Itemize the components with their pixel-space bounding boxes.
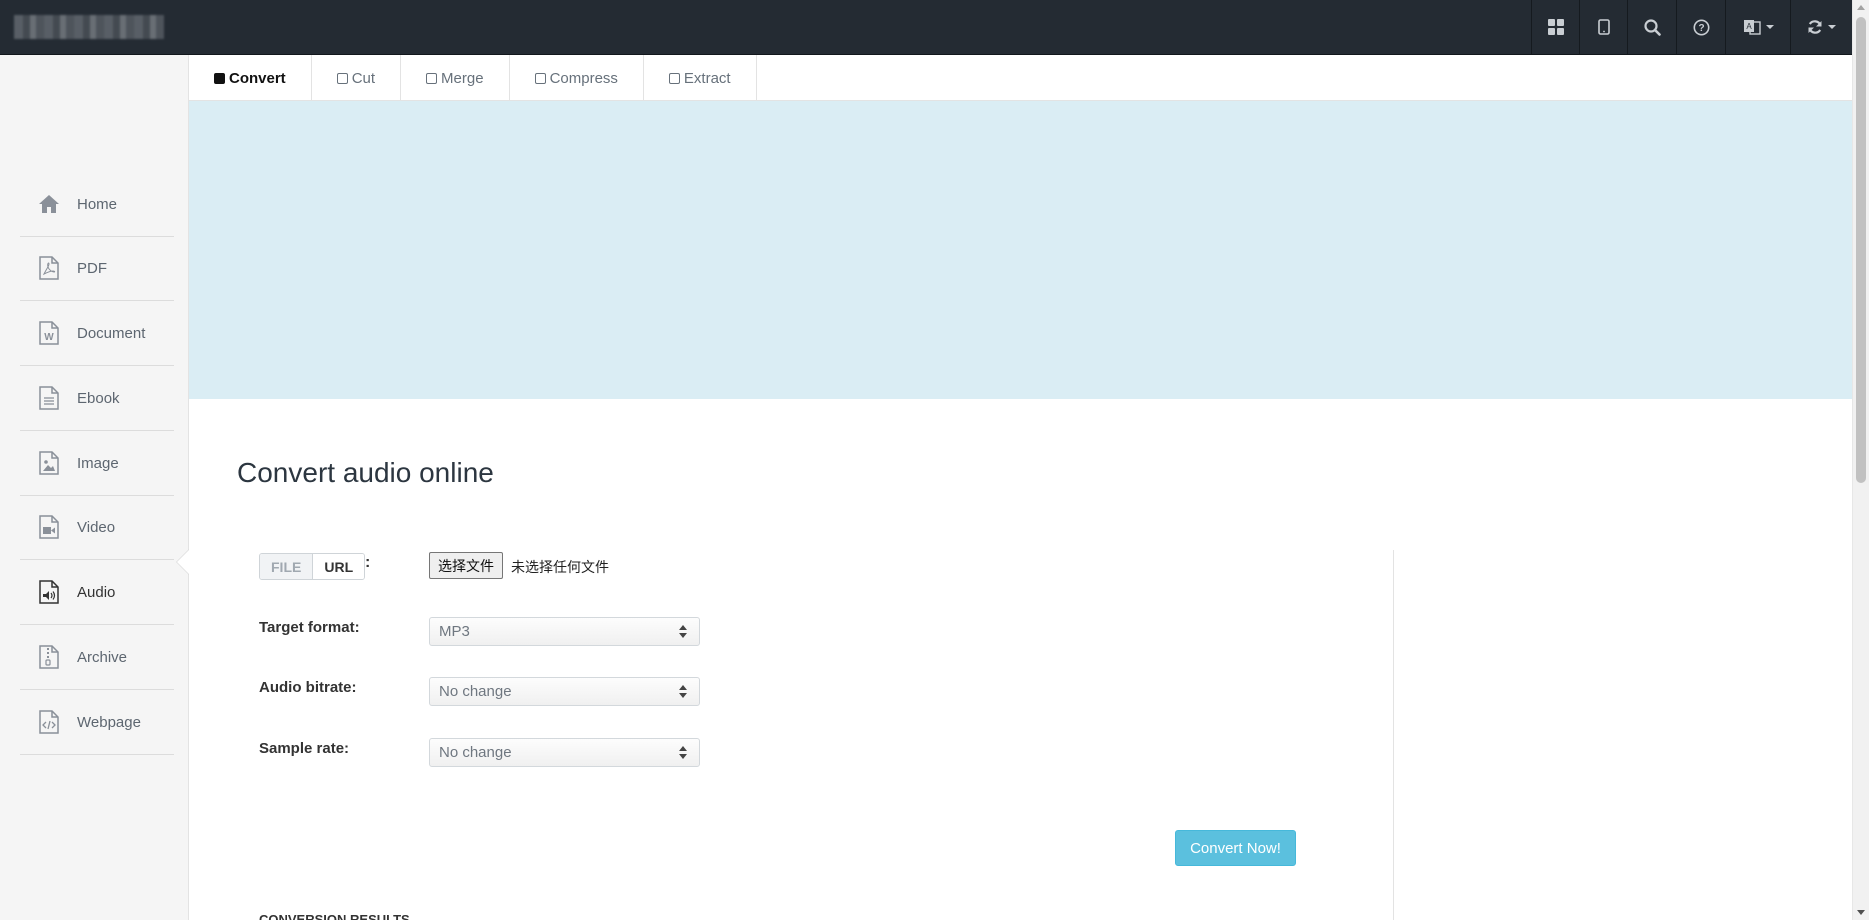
tab-label: Compress bbox=[549, 69, 618, 87]
sidebar-item-image[interactable]: Image bbox=[20, 431, 174, 496]
sidebar: Home PDF W Document Ebook Image Video Au… bbox=[0, 55, 189, 920]
word-file-icon: W bbox=[36, 320, 62, 346]
audio-bitrate-value: No change bbox=[439, 683, 512, 700]
checkbox-icon bbox=[214, 72, 225, 84]
sidebar-item-home[interactable]: Home bbox=[20, 172, 174, 237]
checkbox-icon bbox=[336, 72, 348, 84]
select-arrows-icon bbox=[679, 746, 687, 760]
tablet-icon[interactable] bbox=[1579, 0, 1627, 54]
sidebar-item-pdf[interactable]: PDF bbox=[20, 236, 174, 301]
help-icon[interactable]: ? bbox=[1676, 0, 1725, 54]
code-file-icon bbox=[36, 709, 62, 735]
choose-file-button[interactable]: 选择文件 bbox=[429, 552, 503, 579]
source-switch: FILE URL bbox=[259, 553, 366, 580]
ebook-file-icon bbox=[36, 385, 62, 411]
sidebar-item-archive[interactable]: Archive bbox=[20, 625, 174, 690]
tab-label: Convert bbox=[229, 69, 286, 87]
sample-rate-value: No change bbox=[439, 744, 512, 761]
file-source-button[interactable]: FILE bbox=[260, 554, 314, 579]
file-status: 未选择任何文件 bbox=[511, 559, 609, 575]
url-source-button[interactable]: URL bbox=[313, 554, 365, 579]
tab-cut[interactable]: Cut bbox=[312, 55, 402, 101]
scroll-thumb[interactable] bbox=[1856, 17, 1866, 483]
tab-merge[interactable]: Merge bbox=[401, 55, 510, 101]
tab-label: Cut bbox=[351, 69, 376, 87]
svg-text:A: A bbox=[1746, 22, 1752, 31]
home-icon bbox=[36, 191, 62, 217]
checkbox-icon bbox=[668, 72, 680, 84]
audio-bitrate-label: Audio bitrate: bbox=[259, 679, 357, 696]
chevron-down-icon bbox=[1765, 25, 1774, 29]
language-icon[interactable]: A bbox=[1725, 0, 1790, 54]
grid-icon[interactable] bbox=[1531, 0, 1579, 54]
sample-rate-select[interactable]: No change bbox=[429, 738, 700, 767]
target-format-select[interactable]: MP3 bbox=[429, 617, 700, 646]
page-scrollbar[interactable] bbox=[1852, 0, 1869, 920]
tab-convert[interactable]: Convert bbox=[189, 55, 312, 101]
tab-label: Extract bbox=[683, 69, 731, 87]
tab-label: Merge bbox=[441, 69, 484, 87]
pdf-file-icon bbox=[36, 255, 62, 281]
sidebar-item-webpage[interactable]: Webpage bbox=[20, 690, 174, 755]
scroll-up-arrow-icon[interactable] bbox=[1857, 5, 1865, 10]
sidebar-item-ebook[interactable]: Ebook bbox=[20, 366, 174, 431]
sidebar-item-document[interactable]: W Document bbox=[20, 301, 174, 366]
sidebar-item-label: Ebook bbox=[77, 389, 120, 407]
scroll-down-arrow-icon[interactable] bbox=[1857, 910, 1865, 915]
convert-now-button[interactable]: Convert Now! bbox=[1175, 830, 1296, 866]
archive-file-icon bbox=[36, 644, 62, 670]
ad-banner bbox=[189, 101, 1852, 399]
navbar-icons: ? A bbox=[1531, 0, 1852, 54]
sidebar-item-label: Audio bbox=[77, 583, 116, 601]
audio-file-icon bbox=[36, 579, 62, 605]
target-format-label: Target format: bbox=[259, 619, 360, 636]
video-file-icon bbox=[36, 514, 62, 540]
refresh-icon[interactable] bbox=[1790, 0, 1852, 54]
image-file-icon bbox=[36, 450, 62, 476]
search-icon[interactable] bbox=[1627, 0, 1676, 54]
sample-rate-label: Sample rate: bbox=[259, 740, 350, 757]
select-arrows-icon bbox=[679, 625, 687, 639]
svg-text:?: ? bbox=[1698, 23, 1704, 34]
sidebar-item-label: Archive bbox=[77, 648, 128, 666]
results-heading: CONVERSION RESULTS bbox=[259, 913, 429, 920]
sidebar-item-label: Document bbox=[77, 324, 146, 342]
checkbox-icon bbox=[534, 72, 546, 84]
sidebar-item-label: Video bbox=[77, 518, 116, 536]
sidebar-item-label: Webpage bbox=[77, 713, 141, 731]
sidebar-item-audio[interactable]: Audio bbox=[20, 560, 174, 625]
site-logo[interactable] bbox=[14, 15, 164, 39]
tool-tabs: Convert Cut Merge Compress Extract bbox=[189, 55, 1852, 101]
target-format-value: MP3 bbox=[439, 623, 470, 640]
chevron-down-icon bbox=[1828, 25, 1836, 29]
top-navbar: ? A bbox=[0, 0, 1852, 55]
page-title: Convert audio online bbox=[237, 457, 494, 488]
select-arrows-icon bbox=[679, 685, 687, 699]
tab-compress[interactable]: Compress bbox=[510, 55, 644, 101]
sidebar-item-label: PDF bbox=[77, 259, 107, 277]
active-indicator bbox=[177, 550, 189, 574]
sidebar-item-label: Home bbox=[77, 195, 118, 213]
audio-bitrate-select[interactable]: No change bbox=[429, 677, 700, 706]
svg-text:W: W bbox=[44, 332, 54, 343]
checkbox-icon bbox=[426, 72, 438, 84]
source-colon: : bbox=[365, 554, 371, 571]
sidebar-item-label: Image bbox=[77, 454, 119, 472]
sidebar-item-video[interactable]: Video bbox=[20, 495, 174, 560]
tab-extract[interactable]: Extract bbox=[644, 55, 757, 101]
